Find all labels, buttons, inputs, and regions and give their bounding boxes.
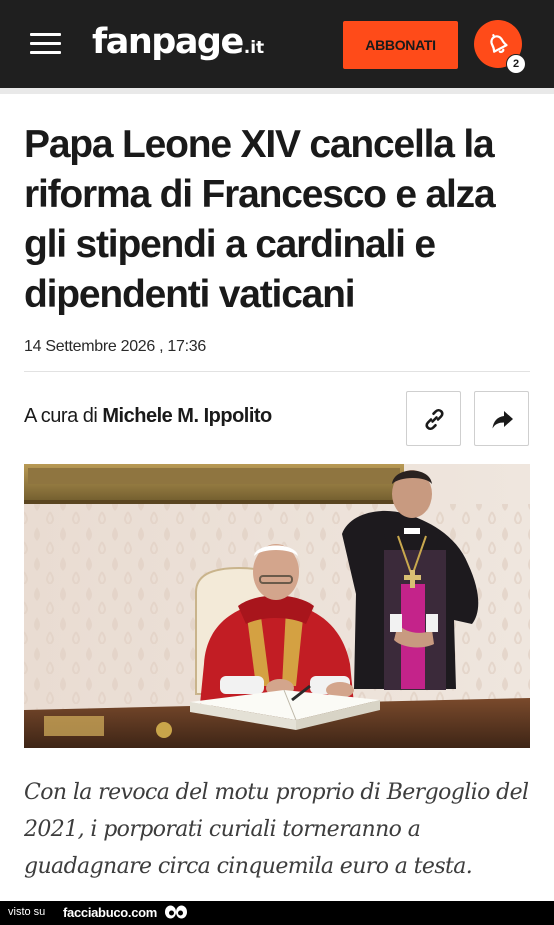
subscribe-button[interactable]: ABBONATI	[343, 21, 458, 69]
site-logo[interactable]: fanpage.it	[92, 20, 264, 70]
logo-text: fanpage	[92, 22, 244, 62]
publish-date: 14 Settembre 2026 , 17:36	[24, 338, 206, 355]
share-arrow-icon	[492, 411, 513, 429]
hamburger-menu-icon[interactable]	[30, 33, 61, 55]
photo-caption: Con la revoca del motu proprio di Bergog…	[24, 780, 529, 879]
notification-count-badge: 2	[506, 54, 526, 74]
author-prefix: A cura di	[24, 405, 98, 427]
bell-icon	[490, 34, 508, 54]
watermark-site: facciabuco.com	[63, 905, 158, 920]
link-icon	[425, 408, 444, 431]
watermark-prefix: visto su	[8, 906, 46, 918]
header-divider	[0, 88, 554, 94]
author-line: A cura di Michele M. Ippolito	[24, 405, 272, 428]
author-name[interactable]: Michele M. Ippolito	[102, 405, 272, 427]
meta-divider	[24, 371, 530, 372]
watermark-bar: visto su facciabuco.com	[0, 901, 554, 925]
eyes-icon	[165, 905, 187, 919]
share-button[interactable]	[474, 391, 529, 446]
article-headline: Papa Leone XIV cancella la riforma di Fr…	[24, 123, 496, 316]
logo-tld: .it	[243, 38, 265, 58]
article-photo	[24, 464, 530, 748]
copy-link-button[interactable]	[406, 391, 461, 446]
top-navigation-bar	[0, 0, 554, 88]
